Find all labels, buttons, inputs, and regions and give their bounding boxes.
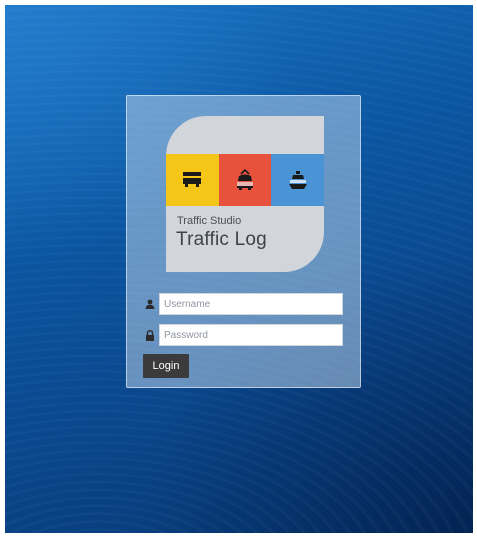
logo-tiles bbox=[166, 154, 324, 206]
brand-subtitle: Traffic Studio bbox=[177, 215, 242, 227]
logo-tile-ferry bbox=[271, 154, 324, 206]
password-input[interactable] bbox=[159, 324, 343, 346]
logo-tile-tram bbox=[218, 154, 272, 206]
username-input[interactable] bbox=[159, 293, 343, 315]
app-logo: Traffic Studio Traffic Log bbox=[166, 116, 324, 272]
lock-icon bbox=[143, 324, 157, 346]
desktop-background: Traffic Studio Traffic Log Login bbox=[5, 5, 473, 533]
ferry-icon bbox=[288, 171, 307, 189]
logo-tile-bus bbox=[166, 154, 219, 206]
login-button[interactable]: Login bbox=[143, 354, 189, 378]
brand-title: Traffic Log bbox=[176, 229, 267, 250]
username-field-row bbox=[143, 293, 345, 315]
tram-icon bbox=[237, 169, 253, 190]
bus-icon bbox=[183, 172, 202, 187]
password-field-row bbox=[143, 324, 345, 346]
login-panel: Traffic Studio Traffic Log Login bbox=[126, 95, 361, 388]
user-icon bbox=[143, 293, 157, 315]
